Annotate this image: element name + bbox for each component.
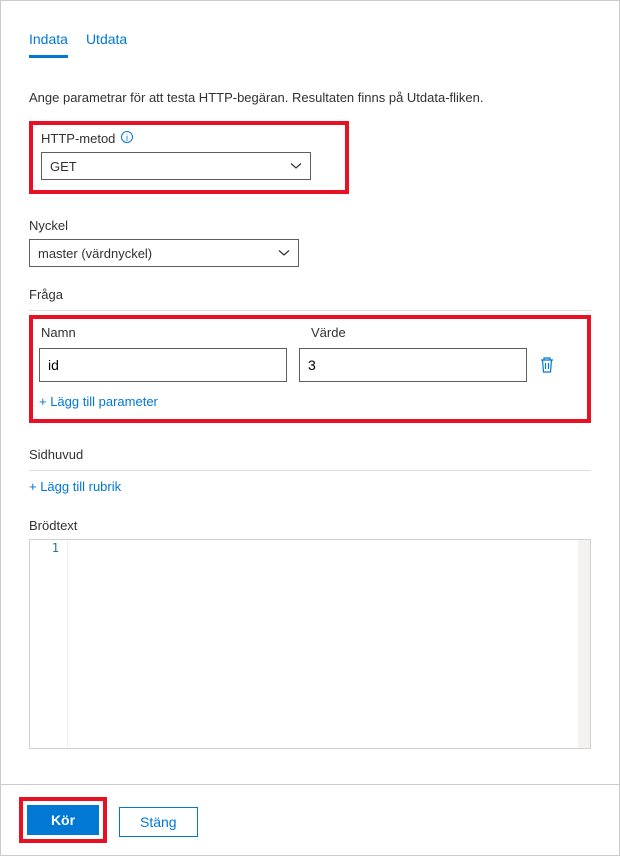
query-headers: Namn Värde [39,325,581,340]
query-value-input[interactable] [299,348,527,382]
query-value-header: Värde [301,325,581,340]
info-icon[interactable]: i [121,131,133,143]
http-method-value: GET [50,159,77,174]
tab-input[interactable]: Indata [29,31,68,58]
query-highlight: Namn Värde + Lägg till parameter [29,315,591,423]
http-method-label: HTTP-metod i [41,131,337,146]
chevron-down-icon [290,160,302,172]
close-button[interactable]: Stäng [119,807,198,837]
intro-text: Ange parametrar för att testa HTTP-begär… [29,90,591,105]
query-row [39,348,581,382]
body-label: Brödtext [29,518,591,533]
chevron-down-icon [278,247,290,259]
run-button-highlight: Kör [19,797,107,843]
headers-label: Sidhuvud [29,447,591,462]
query-name-input[interactable] [39,348,287,382]
http-method-label-text: HTTP-metod [41,131,115,146]
body-editor[interactable]: 1 [29,539,591,749]
http-method-select[interactable]: GET [41,152,311,180]
footer: Kör Stäng [1,784,619,855]
query-name-header: Namn [39,325,301,340]
key-select[interactable]: master (värdnyckel) [29,239,299,267]
editor-gutter: 1 [30,540,68,748]
http-method-highlight: HTTP-metod i GET [29,121,349,194]
add-query-param-link[interactable]: + Lägg till parameter [39,394,158,409]
trash-icon[interactable] [539,356,555,374]
add-header-link[interactable]: + Lägg till rubrik [29,479,121,494]
tabs: Indata Utdata [29,9,591,58]
query-label: Fråga [29,287,591,302]
divider [29,470,591,471]
run-button[interactable]: Kör [27,805,99,835]
editor-content[interactable] [68,540,590,748]
key-label: Nyckel [29,218,591,233]
tab-output[interactable]: Utdata [86,31,127,58]
key-value: master (värdnyckel) [38,246,152,261]
divider [29,310,591,311]
